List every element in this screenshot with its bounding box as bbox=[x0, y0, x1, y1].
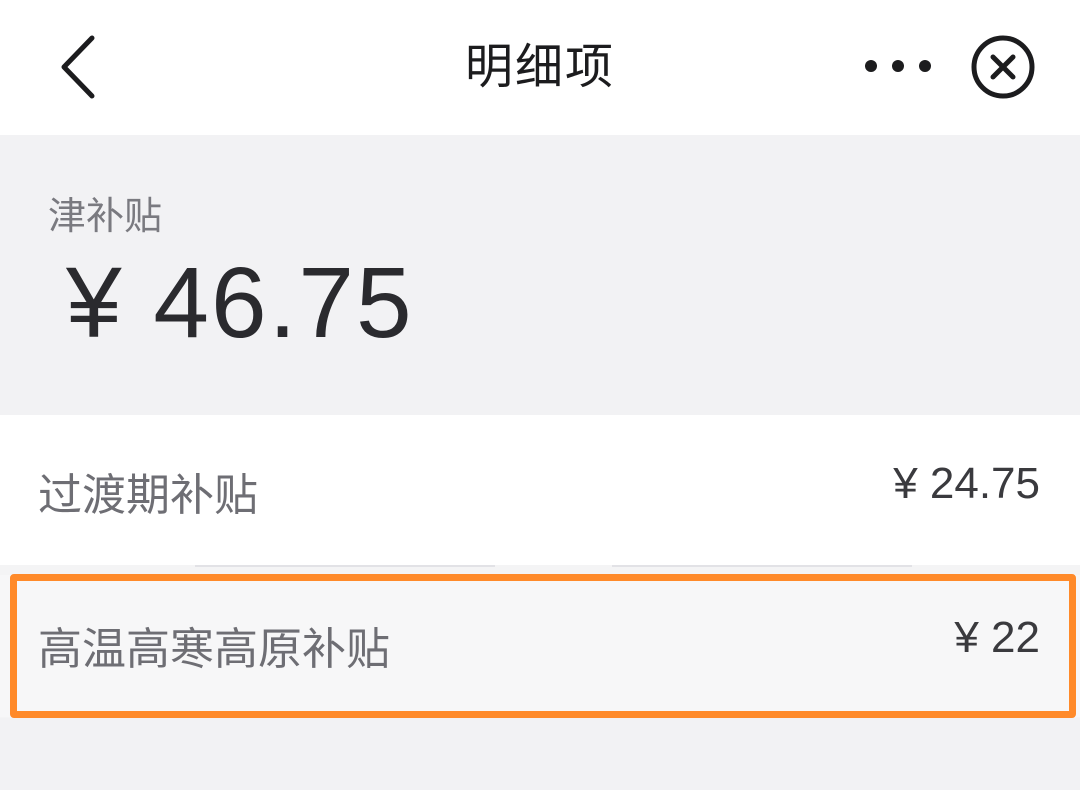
summary-amount: ¥ 46.75 bbox=[66, 247, 414, 359]
divider bbox=[195, 565, 495, 567]
list-item-label: 过渡期补贴 bbox=[38, 470, 258, 521]
more-button[interactable] bbox=[858, 40, 938, 92]
page-background bbox=[0, 718, 1080, 790]
close-circle-icon bbox=[971, 35, 1035, 99]
divider bbox=[612, 565, 912, 567]
close-button[interactable] bbox=[966, 34, 1040, 100]
summary-card: 津补贴 ¥ 46.75 bbox=[0, 135, 1080, 415]
list-item-value: ¥ 24.75 bbox=[893, 459, 1040, 508]
navigation-bar: 明细项 bbox=[0, 0, 1080, 135]
list-item-climate-subsidy[interactable]: 高温高寒高原补贴 ¥ 22 bbox=[0, 575, 1080, 717]
list-item-label: 高温高寒高原补贴 bbox=[38, 624, 390, 675]
more-horizontal-icon bbox=[865, 60, 931, 72]
list-item-value: ¥ 22 bbox=[954, 613, 1040, 662]
summary-label: 津补贴 bbox=[48, 194, 163, 238]
list-item-transition-subsidy[interactable]: 过渡期补贴 ¥ 24.75 bbox=[0, 415, 1080, 565]
